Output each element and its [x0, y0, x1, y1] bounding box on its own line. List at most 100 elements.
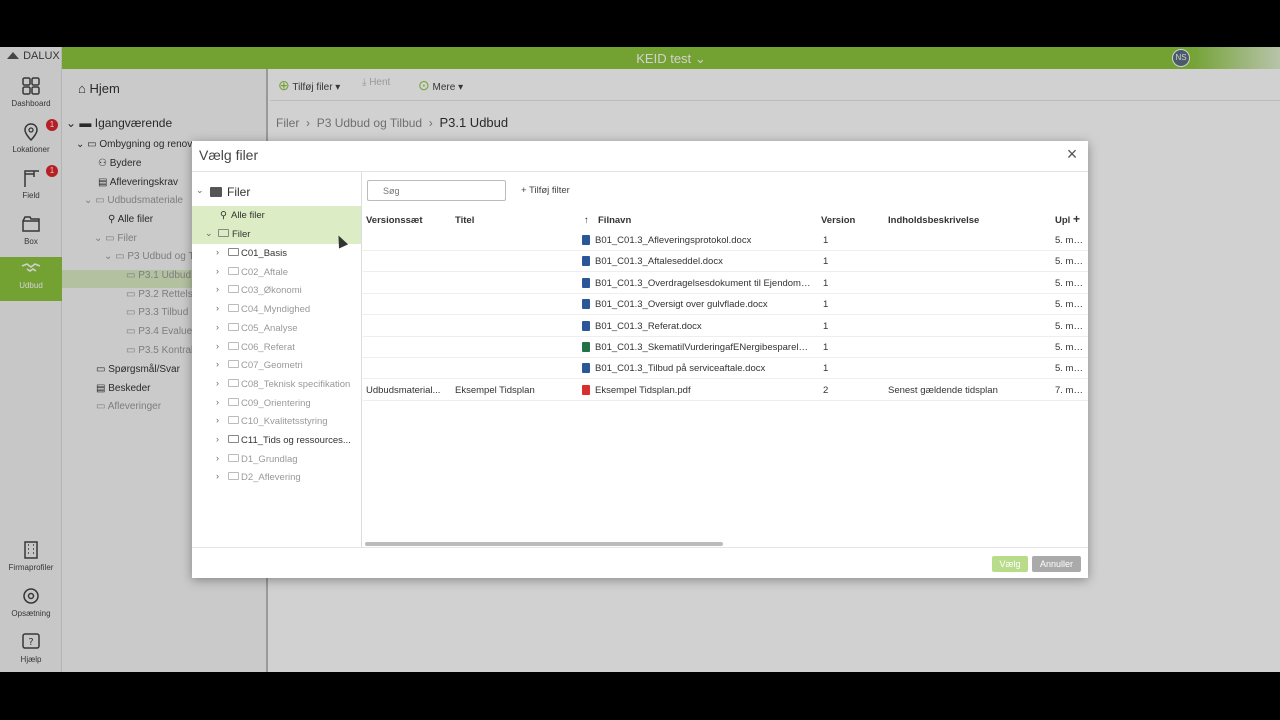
- app-window: DALUX Dashboard Lokationer 1 Field 1 Box…: [0, 47, 1280, 672]
- folder-icon: [228, 304, 239, 313]
- table-row[interactable]: B01_C01.3_Oversigt over gulvflade.docx 1 5…: [363, 294, 1088, 316]
- tree-subfolder[interactable]: › C09_Orientering: [192, 394, 361, 413]
- table-row[interactable]: B01_C01.3_Overdragelsesdokument til Ejen…: [363, 273, 1088, 294]
- tree-subfolder[interactable]: › C02_Aftale: [192, 263, 361, 282]
- tree-subfolder[interactable]: › D2_Aflevering: [192, 468, 361, 487]
- tree-label: D2_Aflevering: [241, 472, 301, 484]
- add-column-icon[interactable]: +: [1073, 212, 1080, 226]
- select-button[interactable]: Vælg: [992, 556, 1028, 572]
- docx-file-icon: [582, 299, 590, 310]
- search-icon: ⚲: [220, 210, 227, 221]
- tree-subfolder[interactable]: › C08_Teknisk specifikation: [192, 375, 361, 394]
- tree-label: C06_Referat: [241, 341, 295, 353]
- divider: [192, 547, 1088, 548]
- horizontal-scrollbar[interactable]: [365, 542, 723, 546]
- cell-filename: B01_C01.3_Aftaleseddel.docx: [595, 256, 723, 268]
- chevron-down-icon: ⌄: [205, 228, 213, 238]
- tree-subfolder[interactable]: › C11_Tids og ressources...: [192, 431, 361, 450]
- cell-uploaded: 7. mar 2: [1055, 384, 1088, 396]
- tree-label: Filer: [232, 229, 251, 240]
- folder-icon: [228, 472, 239, 481]
- search-input[interactable]: [367, 180, 506, 201]
- column-header-uploaded[interactable]: Upl: [1055, 215, 1070, 226]
- cell-filename: B01_C01.3_SkematilVurderingafENergibespa…: [595, 342, 811, 353]
- tree-subfolder[interactable]: › C05_Analyse: [192, 319, 361, 338]
- cell-version: 1: [823, 342, 829, 353]
- add-filter-button[interactable]: + Tilføj filter: [521, 185, 570, 196]
- folder-icon: [228, 378, 239, 387]
- tree-label: C09_Orientering: [241, 397, 311, 409]
- column-header-version[interactable]: Version: [821, 215, 855, 226]
- docx-file-icon: [582, 235, 590, 245]
- table-row[interactable]: B01_C01.3_Tilbud på serviceaftale.docx 1 5…: [363, 358, 1088, 380]
- cell-version: 2: [823, 384, 829, 396]
- chevron-right-icon: ›: [216, 377, 219, 388]
- cancel-button[interactable]: Annuller: [1032, 556, 1081, 572]
- folder-icon: [228, 416, 239, 425]
- tree-label: C07_Geometri: [241, 360, 303, 372]
- column-header-filename[interactable]: Filnavn: [598, 215, 631, 226]
- dialog-title: Vælg filer: [199, 147, 259, 163]
- cell-uploaded: 5. mar 2: [1055, 299, 1088, 311]
- tree-all-files[interactable]: ⚲ Alle filer: [192, 206, 361, 225]
- tree-label: C08_Teknisk specifikation: [241, 378, 351, 390]
- cell-version: 1: [823, 256, 829, 268]
- tree-subfolder[interactable]: › C03_Økonomi: [192, 281, 361, 300]
- folder-icon: [228, 360, 239, 369]
- folder-icon: [228, 341, 239, 350]
- cell-version: 1: [823, 277, 829, 289]
- table-row[interactable]: Udbudsmaterial... Eksempel Tidsplan Eksemp…: [363, 380, 1088, 401]
- column-header-title[interactable]: Titel: [455, 215, 474, 226]
- close-icon: ×: [1066, 144, 1078, 164]
- folder-icon: [228, 248, 239, 256]
- column-header-description[interactable]: Indholdsbeskrivelse: [888, 215, 979, 226]
- chevron-right-icon: ›: [216, 340, 219, 351]
- pdf-file-icon: [582, 384, 590, 395]
- chevron-right-icon: ›: [216, 452, 219, 463]
- column-header-versionset[interactable]: Versionssæt: [366, 215, 423, 226]
- table-row[interactable]: B01_C01.3_Aftaleseddel.docx 1 5. mar 2: [363, 251, 1088, 273]
- table-row[interactable]: B01_C01.3_SkematilVurderingafENergibespa…: [363, 337, 1088, 358]
- add-filter-label: Tilføj filter: [529, 185, 570, 196]
- tree-subfolder[interactable]: › D1_Grundlag: [192, 450, 361, 469]
- table-row[interactable]: B01_C01.3_Referat.docx 1 5. mar 2: [363, 316, 1088, 337]
- tree-label: Alle filer: [231, 210, 265, 221]
- chevron-right-icon: ›: [216, 284, 219, 295]
- tree-label: C04_Myndighed: [241, 304, 311, 316]
- cell-uploaded: 5. mar 2: [1055, 277, 1088, 289]
- folder-icon: [228, 435, 239, 443]
- chevron-right-icon: ›: [216, 303, 219, 314]
- docx-file-icon: [582, 363, 590, 374]
- tree-subfolder[interactable]: › C04_Myndighed: [192, 300, 361, 319]
- cell-filename: B01_C01.3_Oversigt over gulvflade.docx: [595, 299, 768, 311]
- file-list-pane: + Tilføj filter Versionssæt Titel ↑ Filn…: [363, 172, 1088, 547]
- tree-subfolder[interactable]: › C06_Referat: [192, 338, 361, 357]
- chevron-right-icon: ›: [216, 247, 219, 257]
- cell-uploaded: 5. mar 2: [1055, 342, 1088, 353]
- tree-subfolder[interactable]: › C07_Geometri: [192, 356, 361, 375]
- folder-icon: [228, 322, 239, 331]
- tree-label: D1_Grundlag: [241, 453, 298, 465]
- chevron-right-icon: ›: [216, 265, 219, 276]
- cell-version: 1: [823, 299, 829, 311]
- cell-title: Eksempel Tidsplan: [455, 384, 535, 396]
- table-row[interactable]: B01_C01.3_Afleveringsprotokol.docx 1 5. ma…: [363, 230, 1088, 251]
- chevron-right-icon: ›: [216, 359, 219, 370]
- cell-filename: B01_C01.3_Tilbud på serviceaftale.docx: [595, 363, 766, 375]
- tree-subfolder[interactable]: › C01_Basis: [192, 244, 361, 263]
- folder-icon: [218, 229, 229, 237]
- tree-label: C01_Basis: [241, 248, 287, 259]
- chevron-right-icon: ›: [216, 434, 219, 444]
- docx-file-icon: [582, 256, 590, 267]
- docx-file-icon: [582, 277, 590, 288]
- folder-tree: ⌄ Filer ⚲ Alle filer ⌄ Filer › C01_Basis ›…: [192, 172, 362, 547]
- tree-subfolder[interactable]: › C10_Kvalitetsstyring: [192, 412, 361, 431]
- cell-filename: B01_C01.3_Afleveringsprotokol.docx: [595, 235, 752, 246]
- tree-label: Filer: [227, 185, 251, 199]
- cell-filename: Eksempel Tidsplan.pdf: [595, 384, 691, 396]
- close-button[interactable]: ×: [1064, 144, 1080, 164]
- tree-label: C11_Tids og ressources...: [241, 435, 351, 446]
- folder-icon: [228, 285, 239, 294]
- docx-file-icon: [582, 320, 590, 331]
- tree-root[interactable]: ⌄ Filer: [192, 182, 361, 202]
